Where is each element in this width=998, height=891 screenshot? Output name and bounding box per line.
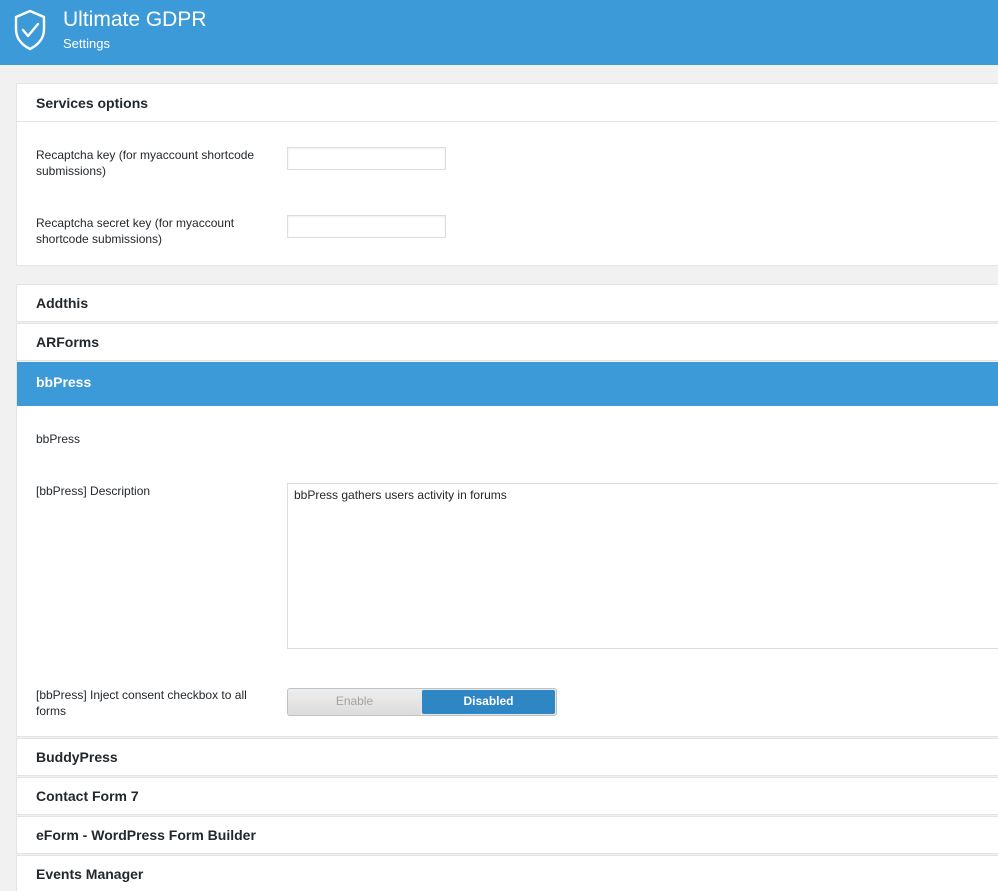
bbpress-inject-label: [bbPress] Inject consent checkbox to all… <box>36 688 247 718</box>
bbpress-name-label: bbPress <box>36 432 81 446</box>
bbpress-header[interactable]: bbPress <box>17 362 998 406</box>
recaptcha-secret-key-label: Recaptcha secret key (for myaccount shor… <box>36 216 235 246</box>
services-options-panel: Services options Recaptcha key (for myac… <box>16 83 998 266</box>
app-header: Ultimate GDPR Settings <box>0 0 998 65</box>
recaptcha-key-input[interactable] <box>287 147 446 170</box>
section-arforms[interactable]: ARForms <box>16 323 998 361</box>
recaptcha-secret-key-input[interactable] <box>287 215 446 238</box>
bbpress-inject-toggle[interactable]: Enable Disabled <box>287 688 557 716</box>
bbpress-description-textarea[interactable]: bbPress gathers users activity in forums <box>287 483 998 649</box>
section-addthis[interactable]: Addthis <box>16 284 998 322</box>
section-events-manager[interactable]: Events Manager <box>16 855 998 891</box>
section-eform[interactable]: eForm - WordPress Form Builder <box>16 816 998 854</box>
recaptcha-key-label: Recaptcha key (for myaccount shortcode s… <box>36 148 255 178</box>
app-title: Ultimate GDPR <box>63 8 207 31</box>
section-contact-form-7[interactable]: Contact Form 7 <box>16 777 998 815</box>
shield-check-icon <box>14 9 46 51</box>
services-options-header[interactable]: Services options <box>17 84 998 122</box>
bbpress-panel: bbPress bbPress [bbPress] Description bb… <box>16 362 998 737</box>
app-subtitle: Settings <box>63 36 110 51</box>
toggle-enable-option[interactable]: Enable <box>288 689 421 715</box>
bbpress-description-label: [bbPress] Description <box>36 484 151 498</box>
section-buddypress[interactable]: BuddyPress <box>16 738 998 776</box>
toggle-disabled-option[interactable]: Disabled <box>422 690 555 714</box>
